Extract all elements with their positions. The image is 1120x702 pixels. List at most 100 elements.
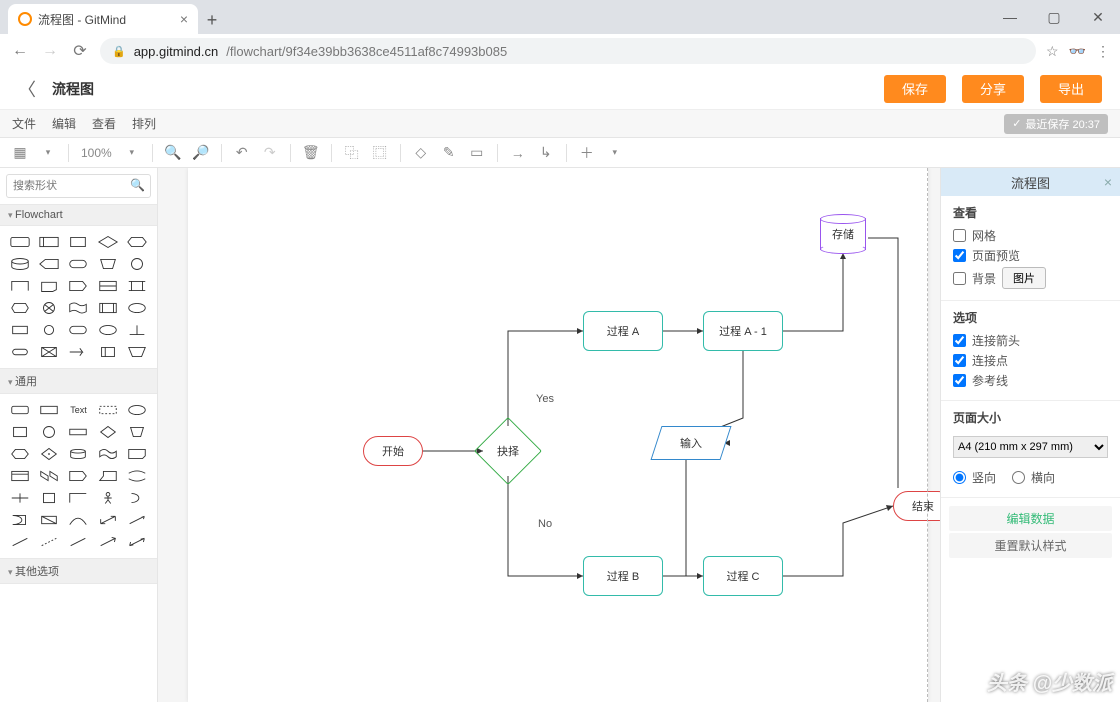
pencil-icon[interactable]: ✎ [437, 141, 461, 165]
menu-edit[interactable]: 编辑 [52, 115, 76, 132]
node-end[interactable]: 结束 [893, 491, 940, 521]
shape-thumb[interactable] [94, 320, 121, 340]
node-proc-c[interactable]: 过程 C [703, 556, 783, 596]
zoom-in-icon[interactable]: 🔍 [161, 141, 185, 165]
shape-thumb[interactable]: Text [65, 400, 92, 420]
shape-thumb[interactable] [65, 466, 92, 486]
share-button[interactable]: 分享 [962, 75, 1024, 103]
node-start[interactable]: 开始 [363, 436, 423, 466]
shape-thumb[interactable] [65, 232, 92, 252]
undo-icon[interactable]: ↶ [230, 141, 254, 165]
shape-thumb[interactable] [6, 532, 33, 552]
address-bar[interactable]: 🔒 app.gitmind.cn/flowchart/9f34e39bb3638… [100, 38, 1036, 64]
opt-page-preview[interactable]: 页面预览 [953, 247, 1108, 264]
node-proc-a1[interactable]: 过程 A - 1 [703, 311, 783, 351]
shape-thumb[interactable] [94, 298, 121, 318]
paste-icon[interactable]: ⿴ [368, 141, 392, 165]
shape-thumb[interactable] [6, 254, 33, 274]
shape-thumb[interactable] [94, 232, 121, 252]
orient-portrait[interactable]: 竖向 [953, 469, 996, 486]
shape-thumb[interactable] [35, 400, 62, 420]
shape-thumb[interactable] [35, 422, 62, 442]
page-size-select[interactable]: A4 (210 mm x 297 mm) [953, 436, 1108, 458]
shape-thumb[interactable] [124, 466, 151, 486]
shape-thumb[interactable] [94, 422, 121, 442]
shape-thumb[interactable] [35, 466, 62, 486]
shape-thumb[interactable] [94, 342, 121, 362]
node-storage[interactable]: 存储 [820, 214, 866, 254]
shape-thumb[interactable] [65, 532, 92, 552]
shape-thumb[interactable] [6, 422, 33, 442]
save-button[interactable]: 保存 [884, 75, 946, 103]
shape-thumb[interactable] [94, 400, 121, 420]
shape-thumb[interactable] [65, 488, 92, 508]
shape-thumb[interactable] [94, 254, 121, 274]
shape-thumb[interactable] [65, 342, 92, 362]
shape-thumb[interactable] [124, 400, 151, 420]
canvas[interactable]: 开始 抉择 Yes No 过程 A 过程 A - 1 过程 B 过程 C 输入 … [158, 168, 940, 702]
image-button[interactable]: 图片 [1002, 267, 1046, 289]
section-general[interactable]: 通用 [0, 368, 157, 394]
shape-thumb[interactable] [6, 232, 33, 252]
shape-thumb[interactable] [35, 276, 62, 296]
shape-thumb[interactable] [35, 532, 62, 552]
opt-connect-point[interactable]: 连接点 [953, 352, 1108, 369]
window-minimize[interactable]: — [988, 0, 1032, 34]
menu-arrange[interactable]: 排列 [132, 115, 156, 132]
node-proc-b[interactable]: 过程 B [583, 556, 663, 596]
shape-thumb[interactable] [124, 510, 151, 530]
close-tab-icon[interactable]: × [180, 11, 188, 27]
shape-thumb[interactable] [6, 488, 33, 508]
chevron-down-icon[interactable]: ▾ [603, 141, 627, 165]
window-maximize[interactable]: ▢ [1032, 0, 1076, 34]
shape-thumb[interactable] [6, 342, 33, 362]
opt-guide[interactable]: 参考线 [953, 372, 1108, 389]
shape-thumb[interactable] [124, 532, 151, 552]
shape-thumb[interactable] [124, 422, 151, 442]
shape-thumb[interactable] [35, 510, 62, 530]
star-icon[interactable]: ☆ [1046, 43, 1059, 60]
shape-thumb[interactable] [124, 342, 151, 362]
delete-icon[interactable]: 🗑 [299, 141, 323, 165]
chevron-down-icon[interactable]: ▾ [120, 141, 144, 165]
shape-thumb[interactable] [6, 466, 33, 486]
node-proc-a[interactable]: 过程 A [583, 311, 663, 351]
menu-file[interactable]: 文件 [12, 115, 36, 132]
chevron-down-icon[interactable]: ▾ [36, 141, 60, 165]
shape-thumb[interactable] [65, 254, 92, 274]
new-tab-button[interactable]: + [198, 6, 226, 34]
shape-thumb[interactable] [65, 320, 92, 340]
copy-icon[interactable]: ⿻ [340, 141, 364, 165]
shape-thumb[interactable] [35, 342, 62, 362]
plus-icon[interactable]: ＋ [575, 141, 599, 165]
shape-thumb[interactable] [35, 488, 62, 508]
export-button[interactable]: 导出 [1040, 75, 1102, 103]
node-decision[interactable]: 抉择 [484, 427, 532, 475]
arrow-icon[interactable]: → [506, 141, 530, 165]
nav-back-icon[interactable]: ← [10, 42, 30, 60]
shape-thumb[interactable] [65, 298, 92, 318]
back-icon[interactable]: 〈 [18, 76, 36, 102]
shape-thumb[interactable] [35, 320, 62, 340]
shape-thumb[interactable] [65, 444, 92, 464]
shape-thumb[interactable] [94, 276, 121, 296]
shape-thumb[interactable] [65, 276, 92, 296]
shape-thumb[interactable] [94, 532, 121, 552]
nav-reload-icon[interactable]: ⟳ [70, 41, 90, 61]
zoom-out-icon[interactable]: 🔎 [189, 141, 213, 165]
shape-thumb[interactable] [6, 276, 33, 296]
shape-thumb[interactable] [94, 466, 121, 486]
search-icon[interactable]: 🔍 [130, 178, 145, 192]
menu-icon[interactable]: ⋮ [1096, 43, 1110, 60]
close-icon[interactable]: × [1104, 174, 1112, 190]
shape-thumb[interactable] [6, 320, 33, 340]
shape-thumb[interactable] [6, 510, 33, 530]
panel-tab[interactable]: 流程图 × [941, 168, 1120, 196]
shape-thumb[interactable] [124, 254, 151, 274]
shape-thumb[interactable] [124, 320, 151, 340]
opt-connect-arrow[interactable]: 连接箭头 [953, 332, 1108, 349]
shape-thumb[interactable] [94, 510, 121, 530]
fill-icon[interactable]: ◇ [409, 141, 433, 165]
reset-style-button[interactable]: 重置默认样式 [949, 533, 1112, 558]
shape-thumb[interactable] [35, 232, 62, 252]
